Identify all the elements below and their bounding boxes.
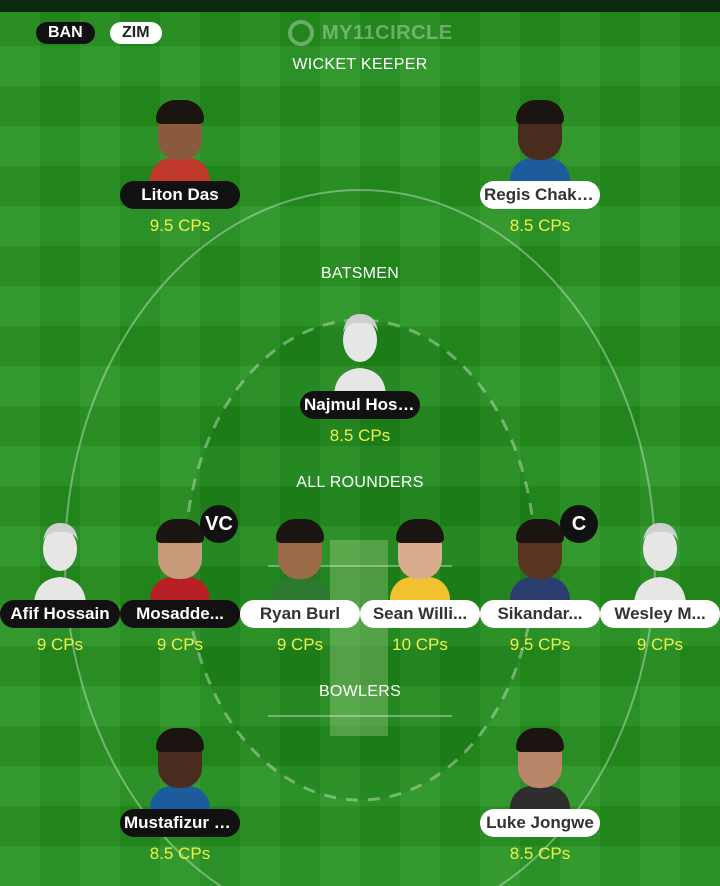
player-credits: 9.5 CPs: [149, 216, 211, 235]
player-card[interactable]: Mustafizur R... 8.5 CPs: [118, 726, 242, 876]
player-credits: 9 CPs: [36, 635, 84, 654]
player-name: Regis Chaka...: [480, 181, 600, 209]
section-title-bowlers: BOWLERS: [318, 683, 402, 700]
player-photo: [510, 726, 570, 812]
player-credits: 8.5 CPs: [509, 216, 571, 235]
player-credits: 8.5 CPs: [329, 426, 391, 445]
player-name: Najmul Hossain: [300, 391, 420, 419]
player-name: Liton Das: [120, 181, 240, 209]
section-title-all-rounders: ALL ROUNDERS: [296, 474, 424, 491]
player-card[interactable]: Najmul Hossain 8.5 CPs: [298, 308, 422, 458]
player-photo: [390, 517, 450, 603]
player-credits: 9 CPs: [636, 635, 684, 654]
player-name: Mosadde...: [120, 600, 240, 628]
player-photo: [150, 98, 210, 184]
team-badge-ban: BAN: [36, 22, 95, 44]
player-card[interactable]: VC Mosadde... 9 CPs: [118, 505, 242, 667]
player-name: Wesley M...: [600, 600, 720, 628]
player-credits: 9.5 CPs: [509, 635, 571, 654]
player-card[interactable]: Luke Jongwe 8.5 CPs: [478, 726, 602, 876]
player-name: Luke Jongwe: [480, 809, 600, 837]
team-badge-zim: ZIM: [110, 22, 162, 44]
player-photo: [510, 98, 570, 184]
section-title-batsmen: BATSMEN: [320, 265, 400, 282]
brand-logo: MY11CIRCLE: [288, 18, 452, 50]
section-title-wicket-keeper: WICKET KEEPER: [292, 56, 428, 73]
player-photo: [150, 726, 210, 812]
player-photo: [270, 517, 330, 603]
vice-captain-badge: VC: [200, 505, 238, 543]
player-name: Afif Hossain: [0, 600, 120, 628]
player-card[interactable]: Liton Das 9.5 CPs: [118, 98, 242, 248]
player-card[interactable]: Wesley M... 9 CPs: [598, 517, 720, 667]
player-name: Sean Willi...: [360, 600, 480, 628]
player-credits: 8.5 CPs: [149, 844, 211, 863]
player-credits: 9 CPs: [276, 635, 324, 654]
logo-ring-icon: [288, 20, 314, 46]
player-credits: 8.5 CPs: [509, 844, 571, 863]
player-silhouette-icon: [30, 517, 90, 603]
player-card[interactable]: Ryan Burl 9 CPs: [238, 517, 362, 667]
player-credits: 9 CPs: [156, 635, 204, 654]
player-card[interactable]: C Sikandar... 9.5 CPs: [478, 505, 602, 667]
player-silhouette-icon: [630, 517, 690, 603]
captain-badge: C: [560, 505, 598, 543]
logo-text: MY11CIRCLE: [322, 22, 453, 44]
player-name: Sikandar...: [480, 600, 600, 628]
player-credits: 10 CPs: [392, 635, 448, 654]
cricket-field: BAN ZIM MY11CIRCLE WICKET KEEPER BATSMEN…: [0, 0, 720, 886]
player-card[interactable]: Afif Hossain 9 CPs: [0, 517, 122, 667]
player-card[interactable]: Regis Chaka... 8.5 CPs: [478, 98, 602, 248]
player-name: Mustafizur R...: [120, 809, 240, 837]
player-name: Ryan Burl: [240, 600, 360, 628]
player-silhouette-icon: [330, 308, 390, 394]
player-card[interactable]: Sean Willi... 10 CPs: [358, 517, 482, 667]
